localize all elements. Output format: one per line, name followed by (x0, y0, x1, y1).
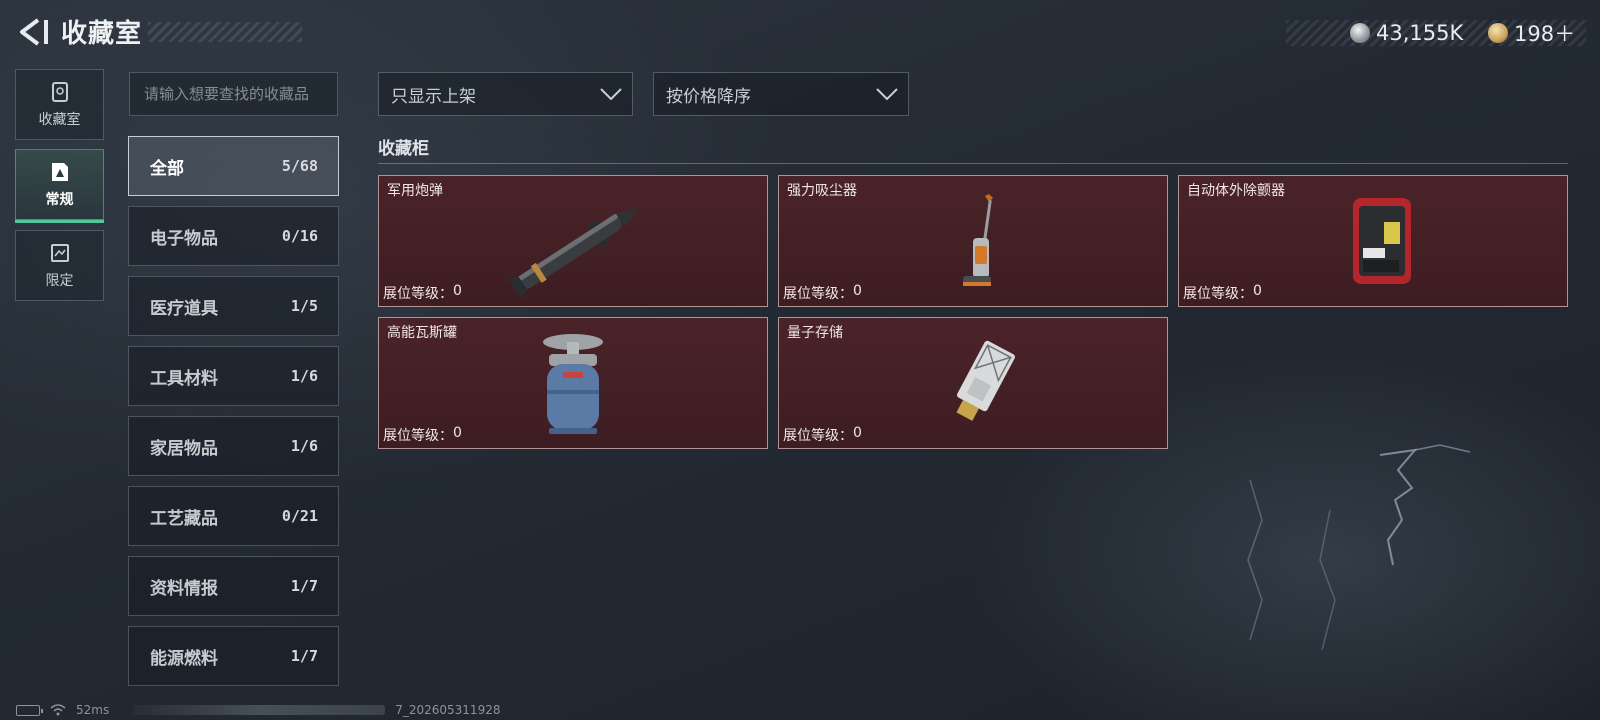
item-name: 高能瓦斯罐 (387, 325, 457, 341)
category-name: 家居物品 (150, 438, 218, 459)
section-divider (378, 163, 1568, 164)
display-level-value: 0 (853, 425, 862, 441)
sidenav-regular[interactable]: 常规 (15, 149, 104, 223)
item-card[interactable]: 军用炮弹 展位等级： 0 (378, 175, 768, 307)
display-level-label: 展位等级： (783, 428, 853, 444)
back-arrow-icon[interactable] (14, 14, 50, 50)
display-level-label: 展位等级： (1183, 286, 1253, 302)
title-decoration (148, 22, 302, 42)
category-name: 资料情报 (150, 578, 218, 599)
regular-icon (51, 162, 68, 181)
display-level-value: 0 (853, 283, 862, 299)
category-count: 5/68 (281, 157, 318, 175)
category-count: 0/21 (281, 507, 318, 525)
category-count: 1/7 (290, 577, 318, 595)
defibrillator-icon (1353, 198, 1411, 284)
category-name: 医疗道具 (150, 298, 218, 319)
display-filter-value: 只显示上架 (391, 86, 476, 107)
category-name: 工具材料 (150, 368, 218, 389)
display-level: 展位等级： 0 (783, 425, 862, 445)
category-medical[interactable]: 医疗道具 1/5 (128, 276, 339, 336)
display-level: 展位等级： 0 (383, 425, 462, 445)
display-level: 展位等级： 0 (1183, 283, 1262, 303)
display-level-label: 展位等级： (383, 428, 453, 444)
chevron-down-icon (876, 88, 898, 100)
display-level-value: 0 (453, 283, 462, 299)
sidenav-collection-room[interactable]: 收藏室 (15, 69, 104, 140)
ping-value: 52ms (76, 703, 110, 717)
blurred-id (133, 705, 386, 715)
item-card[interactable]: 强力吸尘器 展位等级： 0 (778, 175, 1168, 307)
sidenav-label: 收藏室 (38, 111, 81, 128)
gold-currency-value: 198＋ (1514, 22, 1576, 46)
gold-currency[interactable]: 198＋ (1488, 20, 1575, 46)
category-tools[interactable]: 工具材料 1/6 (128, 346, 339, 406)
quantum-storage-icon (956, 340, 1015, 421)
category-name: 能源燃料 (150, 648, 218, 669)
limited-icon (50, 243, 69, 262)
category-crafts[interactable]: 工艺藏品 0/21 (128, 486, 339, 546)
artillery-shell-icon (507, 208, 639, 299)
wifi-icon (50, 704, 66, 716)
item-name: 自动体外除颤器 (1187, 183, 1285, 199)
category-count: 1/5 (290, 297, 318, 315)
category-all[interactable]: 全部 5/68 (128, 136, 339, 196)
vacuum-cleaner-icon (963, 194, 993, 286)
sort-value: 按价格降序 (666, 86, 751, 107)
category-name: 全部 (150, 158, 184, 179)
display-level: 展位等级： 0 (783, 283, 862, 303)
item-card[interactable]: 自动体外除颤器 展位等级： 0 (1178, 175, 1568, 307)
display-level-value: 0 (453, 425, 462, 441)
build-id: 7_202605311928 (395, 703, 501, 717)
display-level-label: 展位等级： (783, 286, 853, 302)
display-level-label: 展位等级： (383, 286, 453, 302)
top-bar: 收藏室 43,155K 198＋ (0, 0, 1600, 64)
silver-currency-value: 43,155K (1376, 21, 1464, 45)
display-filter-dropdown[interactable]: 只显示上架 (378, 72, 633, 116)
section-title: 收藏柜 (378, 139, 429, 159)
category-count: 1/6 (290, 437, 318, 455)
category-name: 电子物品 (150, 228, 218, 249)
item-card[interactable]: 量子存储 展位等级： 0 (778, 317, 1168, 449)
item-name: 军用炮弹 (387, 183, 443, 199)
silver-coin-icon (1350, 23, 1370, 43)
item-name: 量子存储 (787, 325, 843, 341)
gas-canister-icon (543, 334, 603, 434)
sidenav-label: 常规 (45, 191, 74, 208)
category-count: 1/6 (290, 367, 318, 385)
silver-currency: 43,155K (1350, 20, 1463, 46)
status-bar: 52ms 7_202605311928 (16, 702, 500, 718)
category-intel[interactable]: 资料情报 1/7 (128, 556, 339, 616)
category-count: 1/7 (290, 647, 318, 665)
category-name: 工艺藏品 (150, 508, 218, 529)
page-title: 收藏室 (61, 19, 143, 49)
item-card[interactable]: 高能瓦斯罐 展位等级： 0 (378, 317, 768, 449)
category-count: 0/16 (281, 227, 318, 245)
item-name: 强力吸尘器 (787, 183, 857, 199)
search-input[interactable] (129, 72, 338, 116)
category-energy[interactable]: 能源燃料 1/7 (128, 626, 339, 686)
display-level-value: 0 (1253, 283, 1262, 299)
collection-room-icon (51, 81, 68, 102)
battery-icon (16, 704, 43, 716)
display-level: 展位等级： 0 (383, 283, 462, 303)
sidenav-label: 限定 (45, 272, 74, 289)
category-electronics[interactable]: 电子物品 0/16 (128, 206, 339, 266)
chevron-down-icon (600, 88, 622, 100)
category-household[interactable]: 家居物品 1/6 (128, 416, 339, 476)
sort-dropdown[interactable]: 按价格降序 (653, 72, 909, 116)
gold-coin-icon (1488, 23, 1508, 43)
sidenav-limited[interactable]: 限定 (15, 230, 104, 301)
